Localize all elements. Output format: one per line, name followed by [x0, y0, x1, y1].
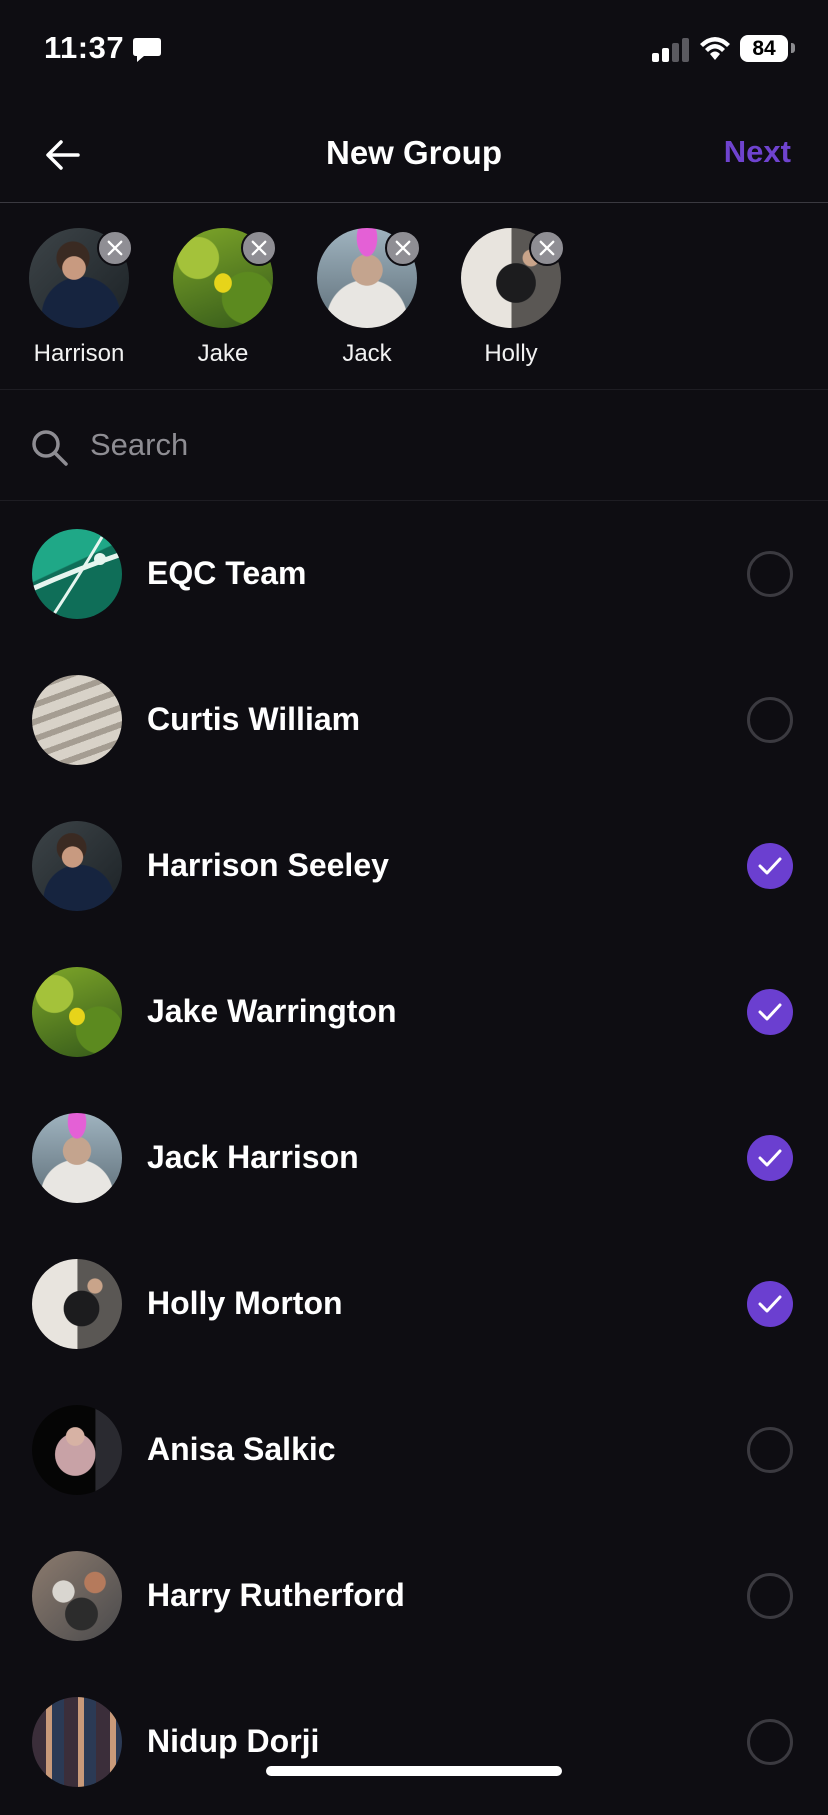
chip-name: Harrison	[33, 340, 125, 367]
avatar	[32, 1697, 122, 1787]
contact-name: Curtis William	[147, 701, 361, 737]
list-item[interactable]: Holly Morton	[0, 1231, 828, 1377]
select-checkbox[interactable]	[747, 551, 793, 597]
checkmark-icon	[758, 1295, 782, 1313]
list-item[interactable]: Jack Harrison	[0, 1085, 828, 1231]
contact-name: Jake Warrington	[147, 993, 397, 1029]
select-checkbox[interactable]	[747, 989, 793, 1035]
selected-chip[interactable]: Jack	[302, 228, 432, 378]
list-item[interactable]: Harrison Seeley	[0, 793, 828, 939]
selected-chip[interactable]: Jake	[158, 228, 288, 378]
battery-tip	[791, 43, 795, 53]
avatar	[32, 529, 122, 619]
select-checkbox[interactable]	[747, 843, 793, 889]
avatar	[32, 1405, 122, 1495]
select-checkbox[interactable]	[747, 1135, 793, 1181]
avatar	[32, 1259, 122, 1349]
contact-name: Anisa Salkic	[147, 1431, 336, 1467]
status-bar: 11:37 84	[0, 0, 828, 100]
avatar	[32, 967, 122, 1057]
search-icon	[32, 430, 68, 466]
contact-name: Jack Harrison	[147, 1139, 359, 1175]
home-indicator[interactable]	[266, 1766, 562, 1776]
chip-name: Jake	[197, 340, 249, 367]
remove-icon[interactable]	[241, 230, 277, 266]
signal-icon	[652, 38, 689, 62]
nav-header: New Group Next	[0, 110, 828, 203]
next-button[interactable]: Next	[724, 134, 791, 170]
avatar	[32, 1113, 122, 1203]
list-item[interactable]: Anisa Salkic	[0, 1377, 828, 1523]
contact-name: Harrison Seeley	[147, 847, 389, 883]
selected-chip[interactable]: Holly	[446, 228, 576, 378]
select-checkbox[interactable]	[747, 1719, 793, 1765]
remove-icon[interactable]	[97, 230, 133, 266]
avatar	[32, 1551, 122, 1641]
remove-icon[interactable]	[385, 230, 421, 266]
chip-name: Holly	[484, 340, 538, 367]
select-checkbox[interactable]	[747, 1573, 793, 1619]
wifi-icon	[700, 37, 730, 60]
list-item[interactable]: Curtis William	[0, 647, 828, 793]
selected-chip[interactable]: Harrison	[14, 228, 144, 378]
eqc-logo-icon	[32, 536, 122, 618]
status-time: 11:37	[44, 30, 125, 65]
contact-name: EQC Team	[147, 555, 307, 591]
search-input[interactable]	[88, 420, 772, 470]
checkmark-icon	[758, 1003, 782, 1021]
contact-name: Harry Rutherford	[147, 1577, 405, 1613]
select-checkbox[interactable]	[747, 697, 793, 743]
avatar	[32, 675, 122, 765]
selected-members: Harrison Jake Jack Holly	[0, 204, 828, 390]
message-icon	[133, 38, 161, 62]
list-item[interactable]: Harry Rutherford	[0, 1523, 828, 1669]
checkmark-icon	[758, 1149, 782, 1167]
battery-level: 84	[740, 35, 788, 62]
list-item[interactable]: Jake Warrington	[0, 939, 828, 1085]
page-title: New Group	[325, 134, 502, 171]
remove-icon[interactable]	[529, 230, 565, 266]
chip-name: Jack	[342, 340, 392, 367]
list-item[interactable]: EQC Team	[0, 501, 828, 647]
search-bar	[0, 390, 828, 501]
list-item[interactable]: Nidup Dorji	[0, 1669, 828, 1815]
contact-name: Nidup Dorji	[147, 1723, 320, 1759]
avatar	[32, 821, 122, 911]
contact-name: Holly Morton	[147, 1285, 343, 1321]
contact-list: EQC Team Curtis William Harrison Seeley …	[0, 501, 828, 1815]
checkmark-icon	[758, 857, 782, 875]
select-checkbox[interactable]	[747, 1281, 793, 1327]
select-checkbox[interactable]	[747, 1427, 793, 1473]
